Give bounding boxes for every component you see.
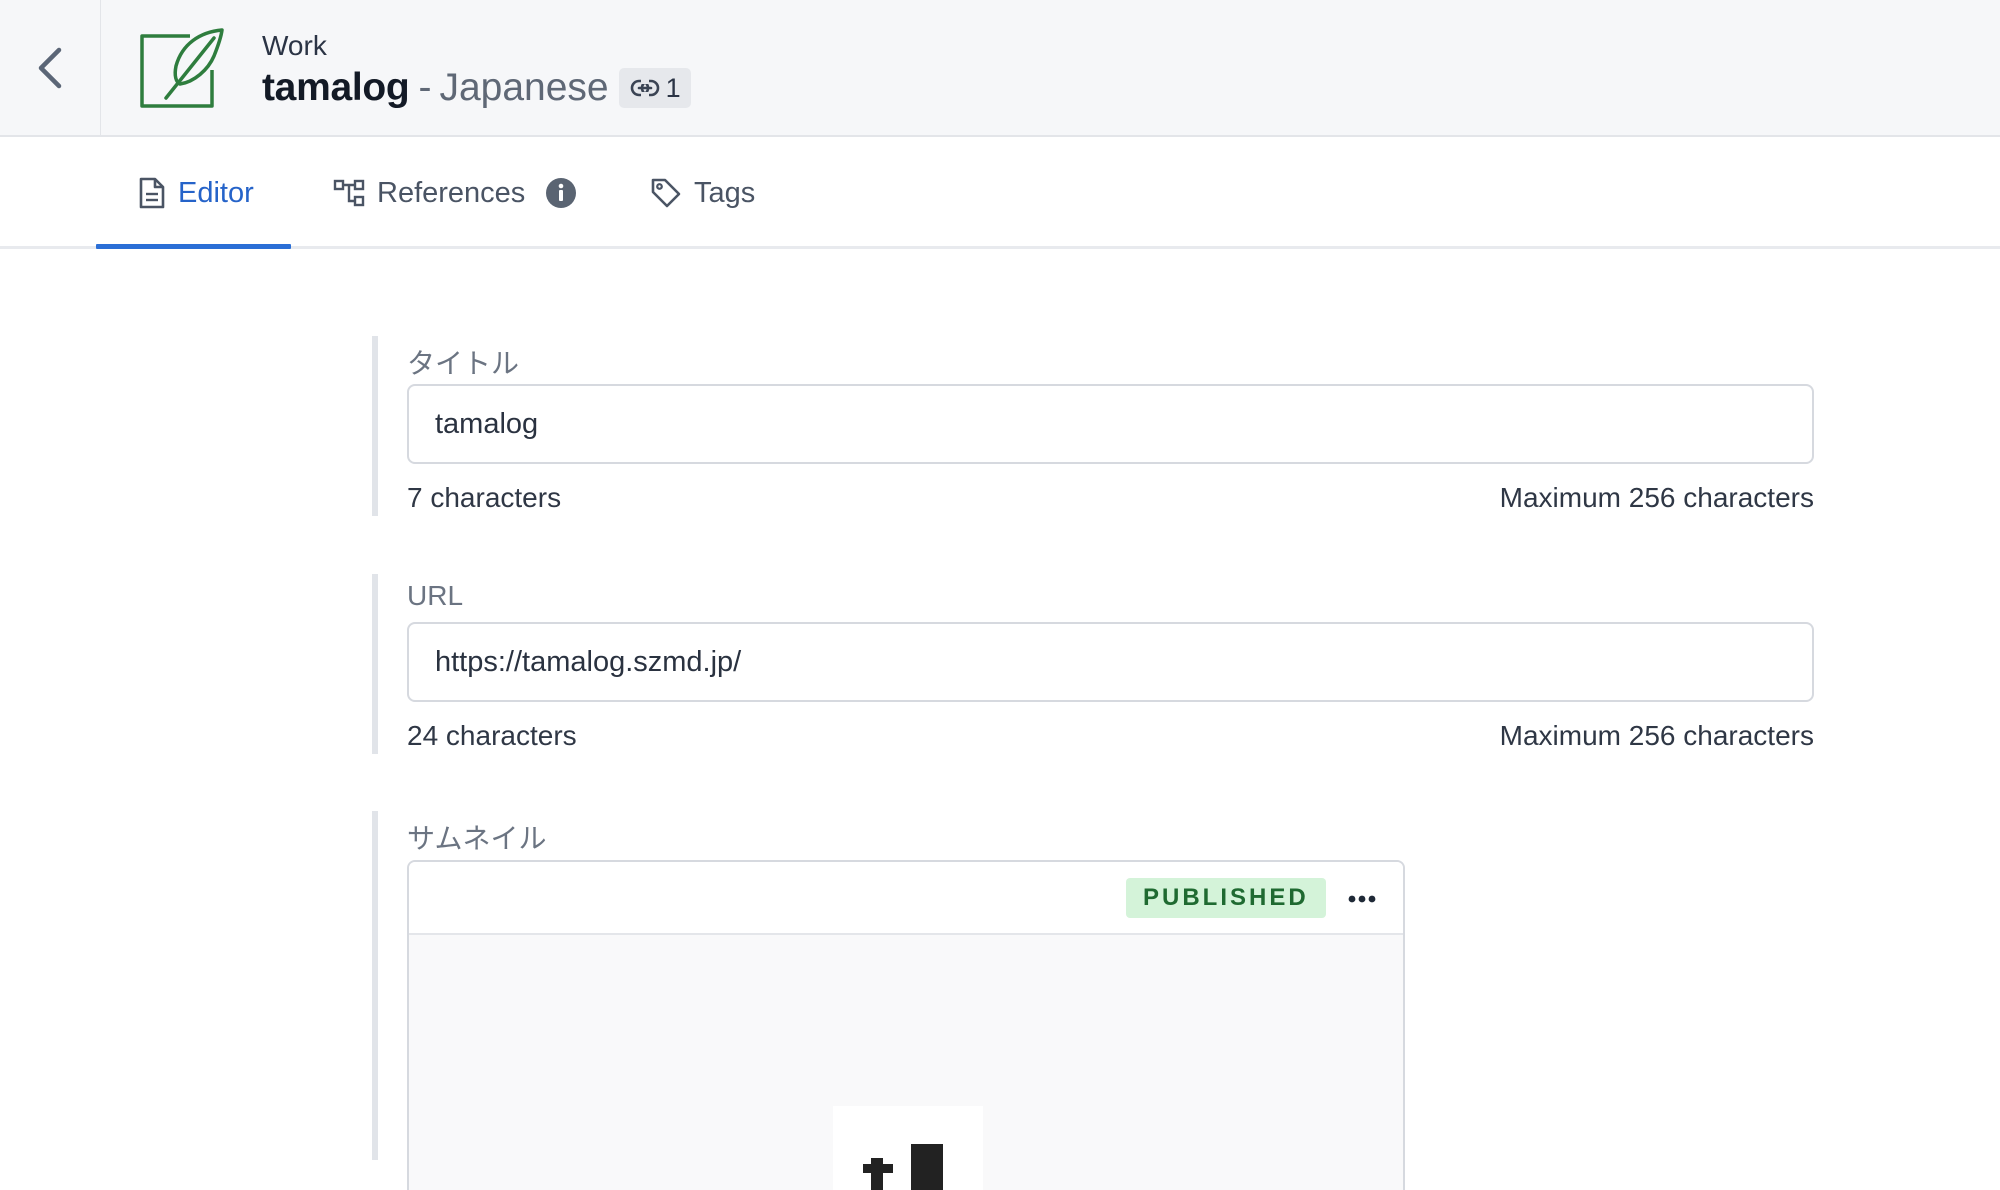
url-field-label: URL <box>407 580 464 611</box>
back-button[interactable] <box>0 0 101 135</box>
document-type-label: Work <box>262 30 327 61</box>
tab-bar: Editor References Tags <box>0 137 2000 249</box>
thumbnail-image <box>833 1106 983 1190</box>
url-input[interactable] <box>407 622 1814 702</box>
reference-count: 1 <box>665 72 681 103</box>
thumbnail-field-label: サムネイル <box>407 823 547 854</box>
ellipsis-icon <box>1348 895 1376 903</box>
tab-tags-label: Tags <box>694 176 756 209</box>
document-header: Work tamalog - Japanese 1 <box>0 0 2000 137</box>
more-options-button[interactable] <box>1342 881 1382 917</box>
quill-document-icon <box>140 28 224 108</box>
url-character-count: 24 characters <box>407 720 577 751</box>
title-field-label: タイトル <box>407 348 520 379</box>
tab-tags[interactable]: Tags <box>650 137 755 249</box>
document-title: tamalog <box>262 66 410 109</box>
thumbnail-preview-area[interactable] <box>409 935 1403 1190</box>
url-character-limit: Maximum 256 characters <box>1499 720 1814 751</box>
title-character-limit: Maximum 256 characters <box>1499 482 1814 513</box>
tab-references-label: References <box>377 176 526 209</box>
chevron-left-icon <box>38 47 62 88</box>
tab-editor-label: Editor <box>178 176 254 209</box>
document-title-row: tamalog - Japanese 1 <box>262 64 691 112</box>
thumbnail-card: PUBLISHED <box>407 860 1405 1190</box>
info-icon[interactable] <box>545 177 577 209</box>
thumbnail-card-header: PUBLISHED <box>409 862 1403 935</box>
thumbnail-field: サムネイル PUBLISHED <box>372 811 1814 1190</box>
tab-editor[interactable]: Editor <box>138 137 254 249</box>
thumbnail-logo-fragment <box>863 1144 943 1190</box>
url-field: URL 24 characters Maximum 256 characters <box>372 574 1814 754</box>
title-character-count: 7 characters <box>407 482 562 513</box>
document-icon <box>139 177 165 209</box>
published-status-badge: PUBLISHED <box>1126 878 1326 918</box>
document-locale: Japanese <box>439 66 609 109</box>
link-icon <box>630 79 659 97</box>
title-input[interactable] <box>407 384 1814 464</box>
tab-references[interactable]: References <box>333 137 577 249</box>
tag-icon <box>651 178 681 208</box>
references-icon <box>333 179 365 207</box>
reference-count-badge[interactable]: 1 <box>618 68 691 108</box>
title-separator: - <box>418 66 432 109</box>
title-field: タイトル 7 characters Maximum 256 characters <box>372 336 1814 516</box>
active-tab-indicator <box>96 244 291 249</box>
